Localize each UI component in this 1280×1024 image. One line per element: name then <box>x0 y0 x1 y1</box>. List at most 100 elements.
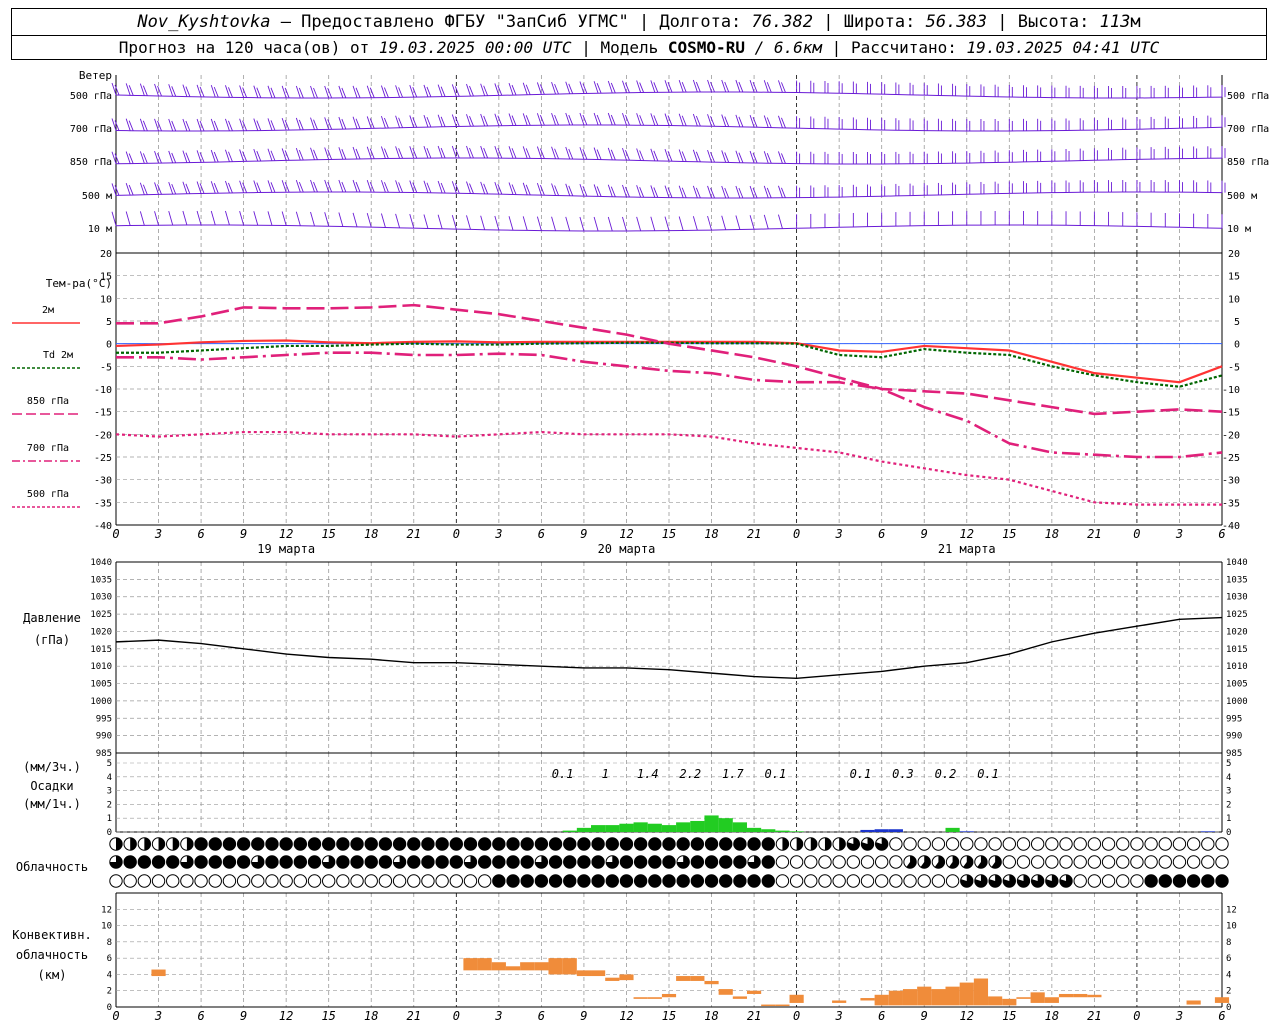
wind-barb <box>565 216 571 231</box>
wind-barb <box>196 84 202 97</box>
conv-tick-left: 10 <box>101 922 112 932</box>
temp-x-tick: 21 <box>407 527 421 541</box>
wind-barb <box>295 117 301 131</box>
latitude-value: 56.383 <box>925 12 988 32</box>
wind-barb <box>395 213 401 228</box>
wind-barb <box>607 112 613 126</box>
wind-barb <box>409 115 415 128</box>
wind-barb <box>522 182 528 195</box>
cloud-symbol <box>832 874 846 888</box>
cloud-symbol <box>1002 837 1017 851</box>
wind-barb <box>579 216 585 232</box>
precip-bar <box>732 822 747 832</box>
wind-barb <box>409 214 415 229</box>
wind-barb <box>664 113 670 126</box>
temp-x-tick: 12 <box>619 527 633 541</box>
wind-barb <box>466 215 471 230</box>
cloud-symbol <box>123 874 137 888</box>
pressure-tick-left: 1005 <box>90 680 112 690</box>
cloud-symbol <box>407 874 421 888</box>
conv-x-tick: 6 <box>197 1009 204 1023</box>
wind-level-label: 500 гПа <box>70 91 112 102</box>
cloud-symbol <box>1158 855 1172 869</box>
wind-barb <box>281 118 287 131</box>
wind-barb <box>707 149 712 163</box>
cloud-symbol <box>1130 837 1144 851</box>
cloud-symbol <box>492 855 506 869</box>
wind-barb <box>593 216 599 232</box>
cloud-symbol <box>676 874 690 888</box>
wind-barb <box>366 146 372 159</box>
conv-title-3: (км) <box>38 968 67 982</box>
wind-barb <box>721 114 727 127</box>
wind-barb <box>168 118 174 132</box>
wind-barb <box>154 182 159 195</box>
conv-bar <box>874 994 889 1006</box>
wind-barb <box>267 211 273 226</box>
temp-x-tick: 15 <box>662 527 676 541</box>
wind-barb <box>778 80 783 93</box>
cloud-symbol <box>251 837 265 851</box>
precip-bar <box>619 823 634 832</box>
pressure-title: Давление <box>23 611 81 625</box>
cloud-symbol <box>945 837 960 851</box>
wind-barb <box>622 184 627 198</box>
cloud-symbol <box>1215 837 1229 851</box>
cloud-symbol <box>676 837 690 851</box>
wind-barb <box>253 211 259 226</box>
cloud-symbol <box>151 855 166 869</box>
wind-barb <box>607 216 613 232</box>
pressure-tick-right: 1030 <box>1226 593 1248 603</box>
wind-barb <box>111 82 117 96</box>
wind-barb <box>721 150 727 163</box>
cloud-symbol <box>818 855 832 869</box>
wind-barb <box>536 216 542 231</box>
wind-barb <box>168 210 174 226</box>
temp-tick-right: -30 <box>1222 476 1240 487</box>
cloud-symbol <box>364 855 378 869</box>
temp-title: Тем-ра(°С) <box>46 277 112 290</box>
cloud-symbol <box>1030 837 1045 851</box>
temp-tick-right: 0 <box>1234 340 1240 351</box>
wind-level-label-right: 700 гПа <box>1227 124 1269 135</box>
cloud-sector <box>172 837 179 851</box>
wind-barb <box>508 82 514 96</box>
wind-barb <box>352 85 358 98</box>
cloud-symbol <box>1087 837 1102 851</box>
wind-barb <box>210 118 216 132</box>
conv-x-tick: 9 <box>240 1009 247 1023</box>
wind-barb <box>565 112 571 126</box>
temp-tick-right: 10 <box>1228 294 1240 305</box>
cloud-symbol <box>222 874 237 888</box>
temp-x-tick: 18 <box>1045 527 1059 541</box>
cloud-symbol <box>1059 855 1073 869</box>
wind-barb <box>267 180 273 193</box>
wind-barb <box>338 212 344 227</box>
cloud-symbol <box>449 855 464 869</box>
cloud-symbol <box>378 837 393 851</box>
cloud-symbol <box>407 837 421 851</box>
temp-tick-left: -30 <box>94 476 112 487</box>
cloud-symbol <box>421 855 435 869</box>
cloud-symbol <box>846 874 861 888</box>
wind-barb <box>125 118 131 131</box>
cloud-symbol <box>194 874 208 888</box>
wind-barb <box>253 118 259 131</box>
cloud-symbol <box>1186 837 1201 851</box>
cloud-symbol <box>846 855 861 869</box>
wind-barb <box>551 112 556 126</box>
cloud-symbol <box>378 855 393 869</box>
conv-bar <box>931 989 946 1006</box>
temp-x-tick: 15 <box>1002 527 1016 541</box>
conv-bar <box>661 993 677 998</box>
wind-barb <box>778 185 783 198</box>
cloud-symbol <box>903 874 917 888</box>
wind-barb <box>366 179 372 193</box>
conv-x-tick: 0 <box>453 1009 460 1023</box>
cloud-symbol <box>336 855 350 869</box>
cloud-symbol <box>251 874 265 888</box>
precip-tick-right: 1 <box>1226 814 1231 824</box>
cloud-symbol <box>463 874 478 888</box>
temp-tick-right: -20 <box>1222 430 1240 441</box>
cloud-symbol <box>321 837 336 851</box>
